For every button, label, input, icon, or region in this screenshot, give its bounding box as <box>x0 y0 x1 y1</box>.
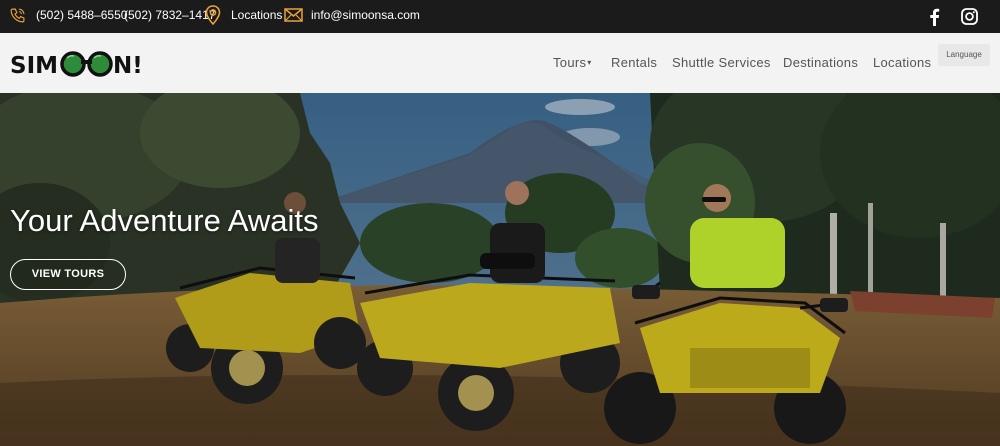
logo[interactable]: SIM N! <box>10 50 176 79</box>
svg-text:SIM: SIM <box>10 53 58 78</box>
instagram-icon[interactable] <box>961 8 978 25</box>
facebook-icon[interactable] <box>928 8 940 26</box>
nav-tours-label: Tours <box>553 55 587 70</box>
contact-bar: (502) 5488–6550 (502) 7832–1417 Location… <box>0 0 1000 33</box>
locations-link[interactable]: Locations <box>231 7 282 23</box>
nav-shuttle-services[interactable]: Shuttle Services <box>672 55 771 70</box>
phone-number-1[interactable]: (502) 5488–6550 <box>36 7 127 23</box>
hero-banner: Your Adventure Awaits VIEW TOURS <box>0 93 1000 446</box>
mail-icon <box>284 8 303 22</box>
language-selector[interactable]: Language <box>938 44 990 66</box>
caret-down-icon: ▾ <box>587 58 592 67</box>
hero-photo <box>0 93 1000 446</box>
hero-title: Your Adventure Awaits <box>10 203 319 238</box>
svg-text:N!: N! <box>113 53 143 78</box>
nav-rentals[interactable]: Rentals <box>611 55 657 70</box>
map-pin-icon <box>205 5 221 25</box>
nav-locations[interactable]: Locations <box>873 55 931 70</box>
phone-icon <box>9 7 26 24</box>
email-link[interactable]: info@simoonsa.com <box>311 7 420 23</box>
nav-destinations[interactable]: Destinations <box>783 55 858 70</box>
nav-tours[interactable]: Tours▾ <box>553 55 592 70</box>
view-tours-button[interactable]: VIEW TOURS <box>10 259 126 290</box>
phone-number-2[interactable]: (502) 7832–1417 <box>124 7 215 23</box>
